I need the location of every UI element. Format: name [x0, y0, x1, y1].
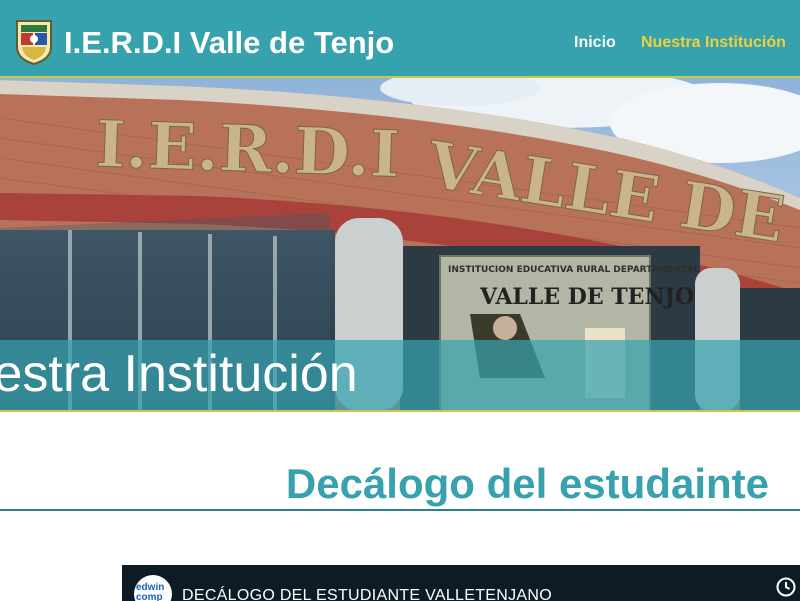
- channel-name: edwin comp: [136, 582, 165, 601]
- svg-text:INSTITUCION EDUCATIVA RURAL DE: INSTITUCION EDUCATIVA RURAL DEPARTAMENTA…: [448, 265, 700, 275]
- site-title[interactable]: I.E.R.D.I Valle de Tenjo: [64, 24, 394, 62]
- channel-avatar[interactable]: edwin comp: [134, 575, 172, 601]
- top-navbar: I.E.R.D.I Valle de Tenjo Inicio Nuestra …: [0, 0, 800, 78]
- nav-link-nuestra-institucion[interactable]: Nuestra Institución: [641, 33, 786, 53]
- section-divider: [0, 509, 800, 511]
- embedded-video-player[interactable]: edwin comp DECÁLOGO DEL ESTUDIANTE VALLE…: [122, 565, 800, 601]
- hero-banner: I.E.R.D.I VALLE DE TE INSTITUCION EDUCAT…: [0, 78, 800, 411]
- hero-divider: [0, 410, 800, 412]
- watch-later-clock-icon[interactable]: [776, 577, 796, 597]
- svg-text:VALLE DE TENJO: VALLE DE TENJO: [479, 284, 694, 310]
- school-crest-logo[interactable]: [14, 19, 54, 65]
- hero-title: Nuestra Institución: [0, 345, 358, 403]
- video-title[interactable]: DECÁLOGO DEL ESTUDIANTE VALLETENJANO: [182, 586, 552, 601]
- nav-link-inicio[interactable]: Inicio: [574, 33, 616, 53]
- svg-text:I.E.R.D.I: I.E.R.D.I: [94, 107, 401, 193]
- section-title: Decálogo del estudainte: [285, 460, 769, 507]
